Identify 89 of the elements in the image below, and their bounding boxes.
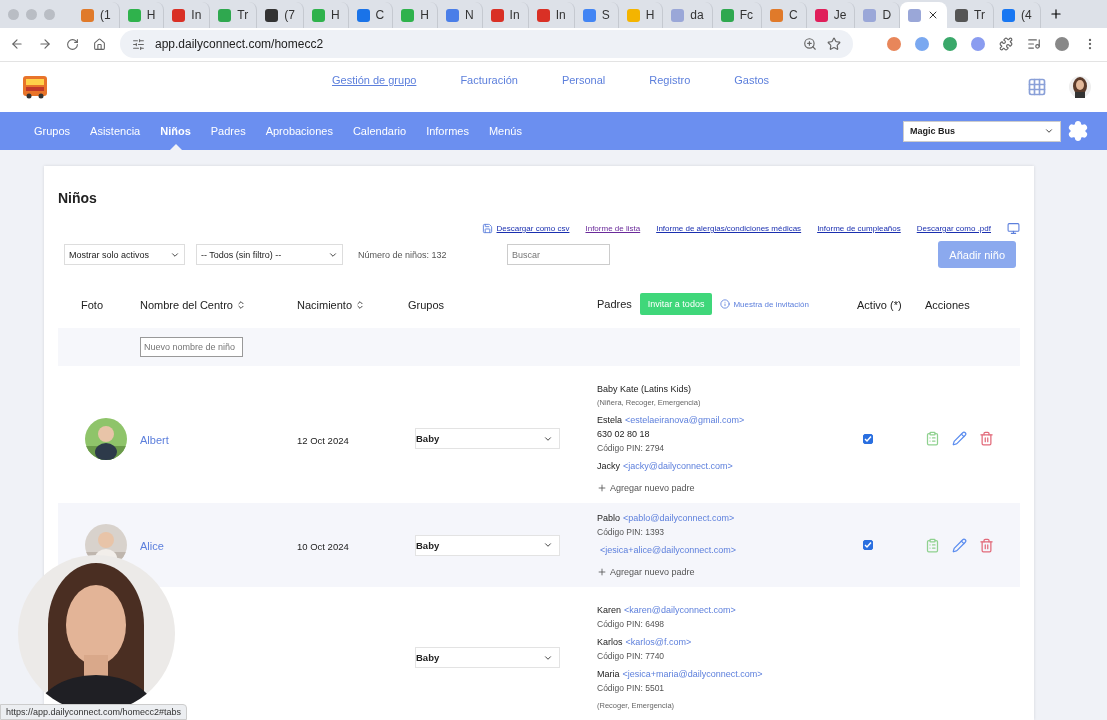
nav-link[interactable]: Gestión de grupo xyxy=(332,73,417,86)
column-header: Grupos xyxy=(408,299,445,311)
invite-sample-link[interactable]: Muestra de invitación xyxy=(720,299,809,309)
child-name-link[interactable]: Albert xyxy=(140,433,169,446)
active-checkbox[interactable] xyxy=(863,540,873,550)
pin-code: Código PIN: 2794 xyxy=(597,443,666,453)
column-header[interactable]: Nacimiento xyxy=(297,299,366,311)
puzzle-icon[interactable] xyxy=(999,37,1013,52)
email-link[interactable]: <karen@dailyconnect.com> xyxy=(624,605,736,615)
group-select[interactable]: Baby xyxy=(415,428,560,449)
column-header[interactable]: Nombre del Centro xyxy=(140,299,246,311)
delete-icon[interactable] xyxy=(979,537,994,553)
add-parent-link[interactable]: Agregar nuevo padre xyxy=(597,483,857,493)
status-url: https://app.dailyconnect.com/homecc2#tabs xyxy=(0,704,188,720)
parent-name: Pablo xyxy=(597,513,621,523)
group-select[interactable]: -- Todos (sin filtro) -- xyxy=(196,244,343,265)
monitor-icon[interactable] xyxy=(1007,222,1020,235)
profile-icon[interactable] xyxy=(1055,37,1069,52)
group-select[interactable]: Baby xyxy=(415,534,560,556)
parent-name: Karen xyxy=(597,605,622,615)
pin-code: Código PIN: 6498 xyxy=(597,619,666,629)
keypad-icon[interactable] xyxy=(1027,76,1047,97)
column-header: Acciones xyxy=(925,299,970,311)
extension-icon[interactable] xyxy=(915,37,929,52)
bus-logo-icon[interactable] xyxy=(22,74,48,99)
phone-number: 630 02 80 18 xyxy=(597,429,651,439)
email-link[interactable]: <jesica+maria@dailyconnect.com> xyxy=(622,669,763,679)
address-field[interactable]: app.dailyconnect.com/homecc2 xyxy=(120,30,853,59)
column-header: Foto xyxy=(81,299,103,311)
nav-link[interactable]: Facturación xyxy=(460,73,518,86)
new-name-field[interactable]: Nuevo nombre de niño xyxy=(140,337,243,357)
child-name-link[interactable]: Alice xyxy=(140,540,164,552)
nav-link[interactable]: Registro xyxy=(649,73,691,86)
pin-code: Código PIN: 1393 xyxy=(597,527,666,537)
group-select[interactable]: Baby xyxy=(415,647,560,668)
caret-icon xyxy=(543,540,553,550)
parent-name: Baby Kate (Latins Kids) xyxy=(597,384,692,394)
sort-icon[interactable] xyxy=(355,300,366,310)
column-header: Activo (*) xyxy=(857,299,902,311)
status-select[interactable]: Mostrar solo activos xyxy=(64,244,185,265)
add-parent-link[interactable]: Agregar nuevo padre xyxy=(597,567,857,577)
search-field[interactable]: Buscar xyxy=(507,244,610,265)
plus-icon xyxy=(597,483,607,493)
birth-date: 12 Oct 2024 xyxy=(297,434,349,446)
page-title: Niños xyxy=(58,190,98,206)
parent-name: Estela xyxy=(597,415,622,425)
email-link[interactable]: <pablo@dailyconnect.com> xyxy=(623,513,735,523)
parent-name: Maria xyxy=(597,669,620,679)
report-link[interactable]: Informe de lista xyxy=(585,224,641,233)
report-link[interactable]: Descargar como .pdf xyxy=(916,224,991,233)
extension-icon[interactable] xyxy=(971,37,985,52)
plus-icon[interactable] xyxy=(1048,7,1063,21)
home-icon[interactable] xyxy=(93,37,106,51)
extension-icon[interactable] xyxy=(887,37,901,52)
parent-name: Karlos xyxy=(597,637,623,647)
sliders-icon[interactable] xyxy=(132,37,145,51)
email-link[interactable]: <jacky@dailyconnect.com> xyxy=(623,461,733,471)
sort-icon[interactable] xyxy=(235,300,246,310)
email-link[interactable]: <estelaeiranova@gmail.com> xyxy=(625,415,745,425)
nav-link[interactable]: Personal xyxy=(561,73,606,86)
report-link[interactable]: Informe de cumpleaños xyxy=(817,224,901,233)
birth-date: 10 Oct 2024 xyxy=(297,541,349,552)
pin-code: Código PIN: 7740 xyxy=(597,651,666,661)
clipboard-icon[interactable] xyxy=(925,431,940,446)
center-select[interactable]: Magic Bus xyxy=(903,120,1061,142)
email-link[interactable]: <karlos@f.com> xyxy=(625,637,692,647)
star-icon[interactable] xyxy=(827,37,841,52)
report-link[interactable]: Descargar como csv xyxy=(481,223,570,234)
edit-icon[interactable] xyxy=(952,431,967,446)
active-checkbox[interactable] xyxy=(863,433,873,444)
media-icon[interactable] xyxy=(1027,37,1041,52)
email-link[interactable]: <jesica+alice@dailyconnect.com> xyxy=(600,545,736,555)
report-link[interactable]: Informe de alergias/condiciones médicas xyxy=(656,224,802,233)
children-count: Número de niños: 132 xyxy=(358,249,448,260)
plus-icon xyxy=(597,567,607,577)
settings-icon[interactable] xyxy=(1067,120,1089,143)
avatar-icon[interactable] xyxy=(1069,75,1091,98)
extension-icon[interactable] xyxy=(943,37,957,52)
pin-code: Código PIN: 5501 xyxy=(597,683,666,693)
nav-link[interactable]: Gastos xyxy=(734,73,770,86)
delete-icon[interactable] xyxy=(979,431,994,446)
parent-name: Jacky xyxy=(597,461,620,471)
reload-icon[interactable] xyxy=(66,37,79,51)
save-icon xyxy=(481,223,493,234)
info-icon xyxy=(720,299,731,309)
zoom-icon[interactable] xyxy=(803,37,817,52)
edit-icon[interactable] xyxy=(952,537,967,553)
clipboard-icon[interactable] xyxy=(925,537,940,553)
column-header: Padres xyxy=(597,298,632,310)
